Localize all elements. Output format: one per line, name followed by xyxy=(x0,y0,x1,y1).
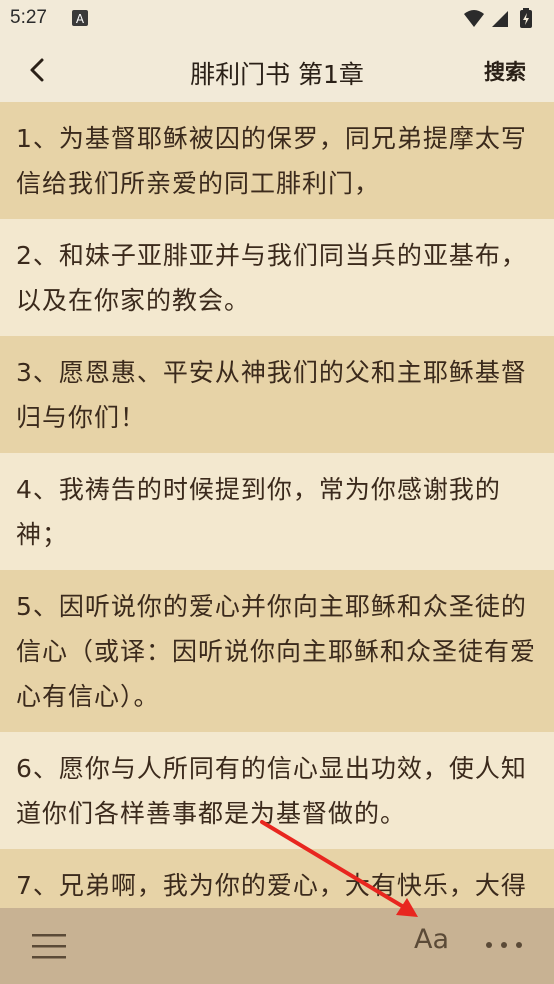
status-bar: 5:27 A xyxy=(0,0,554,38)
signal-icon xyxy=(492,11,508,27)
back-button[interactable] xyxy=(22,54,54,86)
verse-item[interactable]: 3、愿恩惠、平安从神我们的父和主耶稣基督归与你们！ xyxy=(0,336,554,453)
verse-item[interactable]: 6、愿你与人所同有的信心显出功效，使人知道你们各样善事都是为基督做的。 xyxy=(0,732,554,849)
verse-list[interactable]: 1、为基督耶稣被囚的保罗，同兄弟提摩太写信给我们所亲爱的同工腓利门， 2、和妹子亚… xyxy=(0,102,554,908)
verse-item[interactable]: 1、为基督耶稣被囚的保罗，同兄弟提摩太写信给我们所亲爱的同工腓利门， xyxy=(0,102,554,219)
search-button[interactable]: 搜索 xyxy=(484,56,526,86)
verse-item[interactable]: 4、我祷告的时候提到你，常为你感谢我的神； xyxy=(0,453,554,570)
verse-item[interactable]: 5、因听说你的爱心并你向主耶稣和众圣徒的信心（或译：因听说你向主耶稣和众圣徒有爱… xyxy=(0,570,554,732)
app-header: 腓利门书 第1章 搜索 xyxy=(0,38,554,102)
battery-charging-icon xyxy=(520,8,532,28)
svg-text:A: A xyxy=(76,12,85,26)
hamburger-menu-icon[interactable] xyxy=(32,930,68,962)
wifi-icon xyxy=(464,10,484,27)
status-time: 5:27 xyxy=(10,7,47,28)
system-status-icons xyxy=(464,8,532,28)
page-title: 腓利门书 第1章 xyxy=(190,60,364,89)
verse-item[interactable]: 2、和妹子亚腓亚并与我们同当兵的亚基布，以及在你家的教会。 xyxy=(0,219,554,336)
font-app-icon: A xyxy=(72,10,88,26)
more-dots-icon[interactable] xyxy=(484,930,524,960)
bottom-toolbar: Aa xyxy=(0,908,554,984)
chevron-left-icon xyxy=(30,58,44,82)
verse-item[interactable]: 7、兄弟啊，我为你的爱心，大有快乐，大得安慰，因众圣徒的心从你得了畅快。 xyxy=(0,849,554,908)
font-settings-button[interactable]: Aa xyxy=(414,924,449,955)
